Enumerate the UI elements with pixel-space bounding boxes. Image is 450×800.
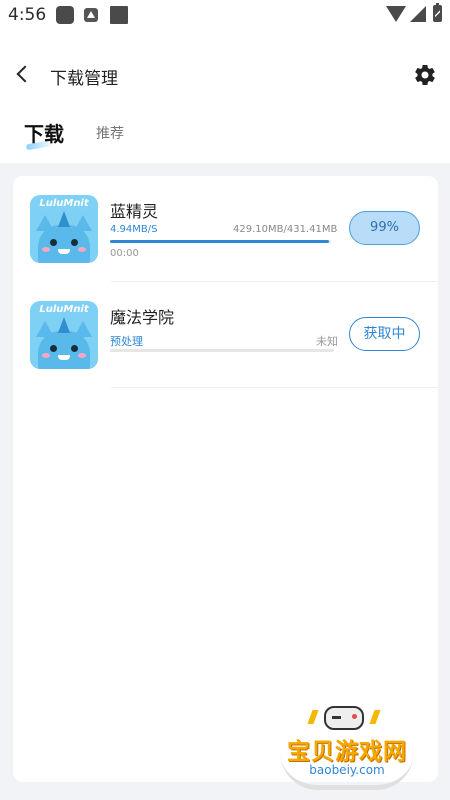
watermark-text: 宝贝游戏网	[287, 739, 407, 765]
download-speed: 4.94MB/S	[110, 224, 158, 235]
android-icon	[84, 8, 98, 22]
tab-bar: 下载 推荐	[0, 108, 450, 160]
watermark-logo: 宝贝游戏网 baobeiy.com	[272, 700, 422, 792]
progress-bar	[110, 240, 331, 243]
lightning-icon	[369, 710, 381, 724]
square-icon	[110, 6, 128, 24]
tab-download[interactable]: 下载	[24, 118, 64, 147]
lightning-icon	[307, 710, 319, 724]
wifi-icon	[386, 6, 406, 22]
download-progress-button[interactable]: 99%	[349, 211, 420, 245]
download-size: 429.10MB/431.41MB	[233, 224, 338, 235]
app-icon: LuluMnit	[30, 301, 98, 369]
tab-recommend[interactable]: 推荐	[96, 123, 124, 143]
battery-icon	[433, 3, 442, 22]
progress-fill	[110, 240, 329, 243]
app-bar: 下载管理	[0, 52, 450, 98]
fetching-button[interactable]: 获取中	[349, 317, 420, 351]
gamepad-icon	[324, 706, 364, 730]
download-status: 预处理	[110, 335, 143, 348]
signal-icon	[410, 6, 426, 22]
watermark-url: baobeiy.com	[309, 763, 385, 777]
divider	[111, 387, 438, 388]
app-icon-brand-text: LuluMnit	[39, 304, 89, 315]
page-title: 下载管理	[50, 69, 118, 89]
app-notification-icon	[56, 6, 74, 24]
download-item[interactable]: LuluMnit 魔法学院 预处理 未知 获取中	[13, 282, 438, 388]
download-manager-screen: 4:56 下载管理 下载 推荐 LuluMnit 蓝精灵 4.94MB/S 42…	[0, 0, 450, 800]
app-name: 蓝精灵	[110, 202, 159, 221]
status-time: 4:56	[8, 5, 47, 25]
app-name: 魔法学院	[110, 308, 175, 327]
status-bar: 4:56	[0, 0, 450, 32]
download-item[interactable]: LuluMnit 蓝精灵 4.94MB/S 429.10MB/431.41MB …	[13, 176, 438, 282]
app-icon: LuluMnit	[30, 195, 98, 263]
elapsed-time: 00:00	[110, 248, 139, 259]
download-size: 未知	[316, 335, 338, 348]
progress-bar	[110, 349, 334, 352]
download-list: LuluMnit 蓝精灵 4.94MB/S 429.10MB/431.41MB …	[13, 176, 438, 782]
back-arrow-icon[interactable]	[10, 62, 36, 88]
app-icon-brand-text: LuluMnit	[39, 198, 89, 209]
gear-icon[interactable]	[413, 63, 437, 87]
